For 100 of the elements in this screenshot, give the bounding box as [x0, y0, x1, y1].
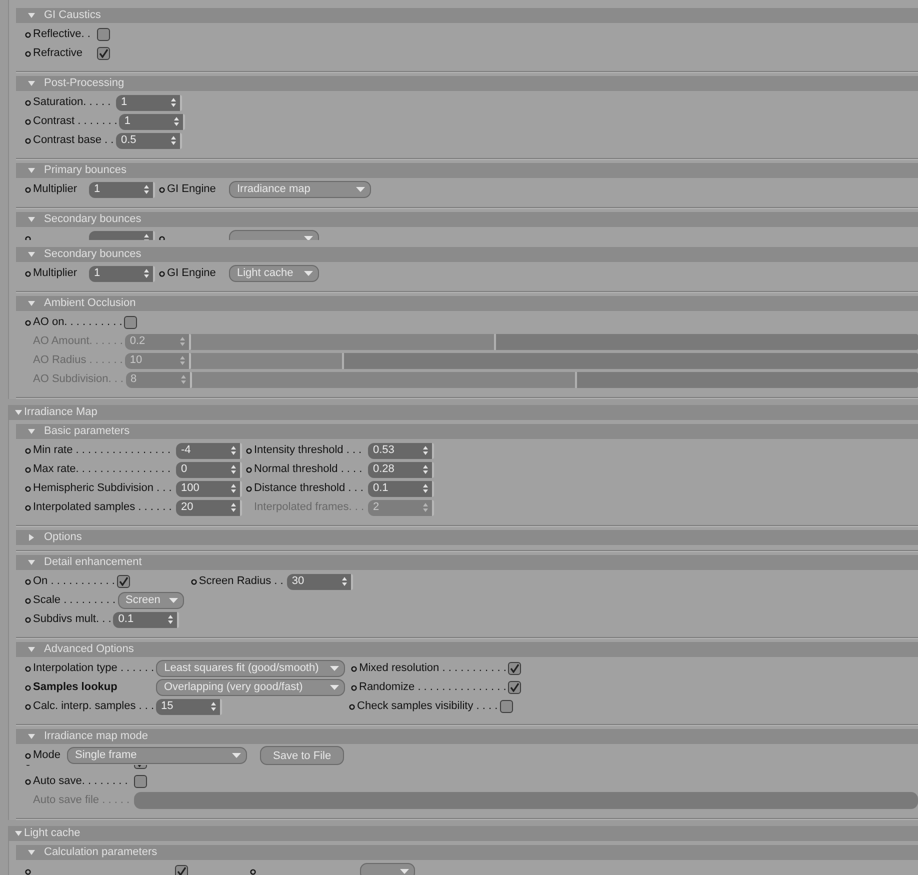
dropdown[interactable]: Overlapping (very good/fast)	[156, 679, 345, 696]
expander-icon[interactable]	[28, 300, 35, 307]
checkbox[interactable]	[97, 28, 110, 41]
expander-icon[interactable]	[28, 849, 35, 856]
spinner-arrows-icon[interactable]	[211, 702, 216, 711]
caret-icon[interactable]	[400, 869, 409, 874]
number-field[interactable]: 1	[116, 94, 182, 110]
dropdown[interactable]: Least squares fit (good/smooth)	[156, 660, 346, 677]
expander-icon[interactable]	[28, 646, 35, 653]
dropdown[interactable]: Irradiance map	[229, 181, 371, 198]
spinner-arrows-icon[interactable]	[144, 269, 149, 278]
field-label: Min rate . . . . . . . . . . . . . . . .	[33, 444, 172, 458]
dot-icon	[25, 32, 31, 38]
expander-icon[interactable]	[28, 80, 35, 87]
dot-icon	[25, 270, 31, 276]
save-button[interactable]: Save to File	[260, 746, 344, 765]
section-header[interactable]: Detail enhancement	[16, 555, 918, 570]
field-label: Distance threshold . . .	[254, 482, 364, 496]
section-header[interactable]: Basic parameters	[16, 424, 918, 439]
expander-icon[interactable]	[28, 534, 35, 541]
field-label: AO Amount. . . . . .	[33, 334, 124, 348]
field-label: Contrast . . . . . . .	[33, 114, 118, 128]
field-label: Mixed resolution . . . . . . . . . . .	[359, 662, 508, 676]
checkbox[interactable]	[124, 316, 138, 329]
caret-icon[interactable]	[356, 187, 365, 192]
section-header[interactable]: Primary bounces	[16, 163, 918, 178]
dot-icon	[25, 666, 31, 672]
checkbox[interactable]	[175, 865, 188, 875]
expander-icon[interactable]	[28, 167, 35, 174]
dropdown[interactable]	[360, 863, 415, 875]
section-header[interactable]: Secondary bounces	[16, 247, 918, 262]
spinner-arrows-icon[interactable]	[342, 577, 347, 586]
number-field[interactable]: -4	[176, 442, 242, 458]
field-label: Saturation. . . . .	[33, 96, 112, 110]
spinner-arrows-icon[interactable]	[171, 98, 176, 107]
expander-icon[interactable]	[28, 216, 35, 223]
checkbox[interactable]	[508, 662, 522, 675]
expander-icon[interactable]	[28, 251, 35, 258]
dot-icon	[25, 504, 31, 510]
caret-icon[interactable]	[232, 753, 241, 758]
expander-icon[interactable]	[15, 830, 22, 837]
number-field[interactable]: 1	[89, 266, 155, 282]
spinner-arrows-icon[interactable]	[171, 136, 176, 145]
checkbox[interactable]	[508, 681, 522, 694]
dot-icon	[25, 118, 31, 124]
spinner-arrows-icon[interactable]	[231, 484, 236, 493]
dropdown[interactable]: Light cache	[229, 265, 319, 282]
dot-icon	[25, 50, 31, 56]
dot-icon	[25, 704, 31, 710]
spinner-arrows-icon[interactable]	[144, 185, 149, 194]
caret-icon[interactable]	[330, 685, 339, 690]
number-field[interactable]: 0.5	[116, 132, 182, 148]
spinner-arrows-icon[interactable]	[231, 446, 236, 455]
number-field[interactable]: 1	[89, 182, 155, 198]
checkbox[interactable]	[116, 575, 130, 588]
caret-icon[interactable]	[304, 236, 313, 240]
caret-icon[interactable]	[168, 598, 178, 603]
expander-icon[interactable]	[28, 559, 35, 566]
number-field[interactable]: 0	[176, 462, 242, 478]
number-field[interactable]: 0.53	[368, 442, 434, 458]
spinner-arrows-icon[interactable]	[168, 615, 174, 624]
section-header[interactable]: Irradiance map mode	[16, 729, 918, 744]
section-header[interactable]: Ambient Occlusion	[16, 296, 918, 311]
section-header[interactable]: Post-Processing	[16, 76, 918, 91]
number-field[interactable]: 15	[156, 698, 222, 714]
number-field[interactable]: 20	[176, 500, 242, 516]
dot-icon	[250, 868, 256, 874]
spinner-arrows-icon[interactable]	[423, 446, 428, 455]
spinner-arrows-icon[interactable]	[231, 465, 236, 474]
expander-icon[interactable]	[28, 733, 35, 740]
section-header[interactable]: Calculation parameters	[16, 845, 918, 860]
checkbox[interactable]	[500, 700, 513, 713]
panel-header[interactable]: Light cache	[9, 826, 918, 841]
spinner-arrows-icon[interactable]	[231, 503, 236, 512]
caret-icon[interactable]	[304, 271, 313, 276]
number-field[interactable]: 100	[176, 480, 242, 496]
number-field[interactable]: 0.1	[113, 612, 180, 628]
expander-icon[interactable]	[28, 12, 35, 19]
section-header[interactable]: GI Caustics	[16, 8, 918, 23]
number-field[interactable]: 0.1	[368, 480, 434, 496]
section-header[interactable]: Advanced Options	[16, 642, 918, 657]
dot-icon	[25, 598, 31, 604]
section-header[interactable]: Secondary bounces	[16, 212, 918, 227]
dropdown[interactable]: Screen	[118, 592, 184, 609]
expander-icon[interactable]	[15, 409, 22, 416]
dropdown[interactable]: Single frame	[67, 747, 247, 764]
number-field[interactable]: 30	[286, 574, 353, 590]
checkbox[interactable]	[134, 775, 147, 788]
section-header[interactable]: Options	[16, 530, 918, 545]
panel-header[interactable]: Irradiance Map	[9, 405, 918, 420]
expander-icon[interactable]	[28, 428, 35, 435]
spinner-arrows-icon[interactable]	[423, 484, 428, 493]
number-field[interactable]: 1	[119, 114, 186, 130]
dot-icon	[246, 466, 252, 472]
number-field[interactable]: 0.28	[368, 462, 434, 478]
spinner-arrows-icon[interactable]	[423, 465, 428, 474]
dot-icon	[25, 138, 31, 144]
checkbox[interactable]	[97, 47, 110, 60]
caret-icon[interactable]	[330, 666, 340, 671]
spinner-arrows-icon[interactable]	[174, 117, 180, 126]
